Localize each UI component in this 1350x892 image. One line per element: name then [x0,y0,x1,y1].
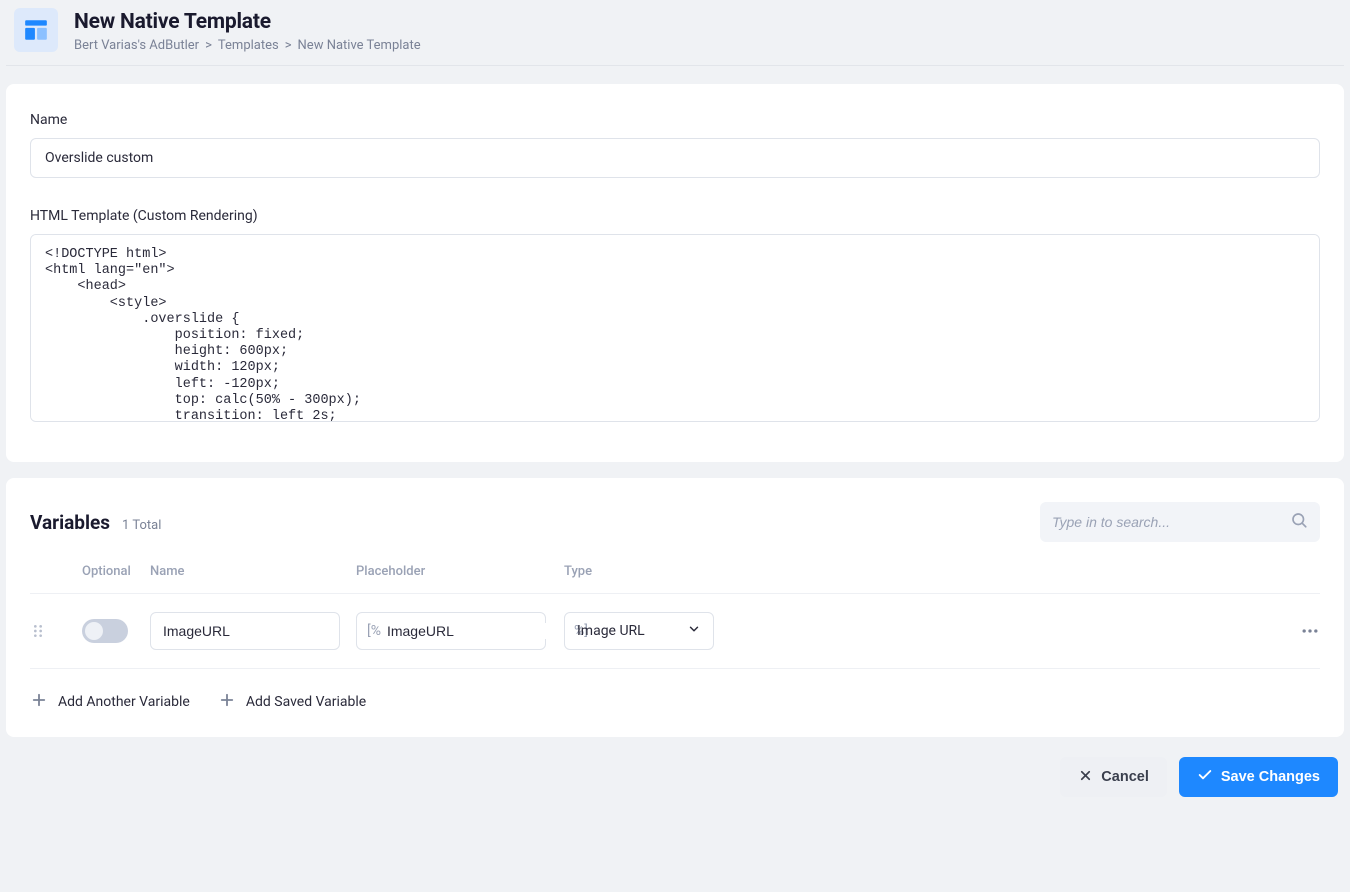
name-label: Name [30,112,1320,128]
row-actions-button[interactable] [1280,621,1320,641]
breadcrumb-root[interactable]: Bert Varias's AdButler [74,38,199,53]
page-header: New Native Template Bert Varias's AdButl… [6,0,1344,66]
plus-icon [218,691,236,713]
variable-type-select[interactable]: Image URL [564,612,714,650]
html-template-textarea[interactable]: <!DOCTYPE html> <html lang="en"> <head> … [30,234,1320,422]
variable-type-value: Image URL [577,623,645,639]
variables-table: Optional Name Placeholder Type [30,556,1320,669]
chevron-down-icon [687,622,701,640]
variables-card: Variables 1 Total Optional Name Placehol… [6,478,1344,737]
breadcrumb-current: New Native Template [298,38,421,53]
search-input[interactable] [1052,514,1290,530]
variable-row: [% %] Image URL [30,594,1320,669]
variables-title: Variables [30,511,110,534]
add-another-variable-button[interactable]: Add Another Variable [30,691,190,713]
variable-placeholder-input[interactable]: [% %] [356,612,546,650]
variables-search[interactable] [1040,502,1320,542]
breadcrumb: Bert Varias's AdButler > Templates > New… [74,38,421,53]
page-title: New Native Template [74,10,421,34]
breadcrumb-mid[interactable]: Templates [218,38,279,53]
cancel-button[interactable]: Cancel [1060,757,1167,797]
add-saved-variable-button[interactable]: Add Saved Variable [218,691,366,713]
template-icon [14,8,58,52]
optional-toggle[interactable] [82,619,128,643]
col-name: Name [150,564,356,579]
drag-handle-icon[interactable] [30,623,82,639]
variables-count: 1 Total [122,518,161,533]
name-input[interactable] [30,138,1320,178]
variable-name-input[interactable] [150,612,340,650]
plus-icon [30,691,48,713]
close-icon [1078,768,1093,787]
check-icon [1197,767,1213,787]
col-optional: Optional [82,564,150,579]
col-type: Type [564,564,734,579]
page-actions: Cancel Save Changes [6,737,1344,797]
template-form-card: Name HTML Template (Custom Rendering) <!… [6,84,1344,462]
search-icon [1290,511,1308,533]
placeholder-prefix: [% [367,623,381,639]
save-button[interactable]: Save Changes [1179,757,1338,797]
col-placeholder: Placeholder [356,564,564,579]
html-template-label: HTML Template (Custom Rendering) [30,208,1320,224]
more-icon [1300,621,1320,641]
